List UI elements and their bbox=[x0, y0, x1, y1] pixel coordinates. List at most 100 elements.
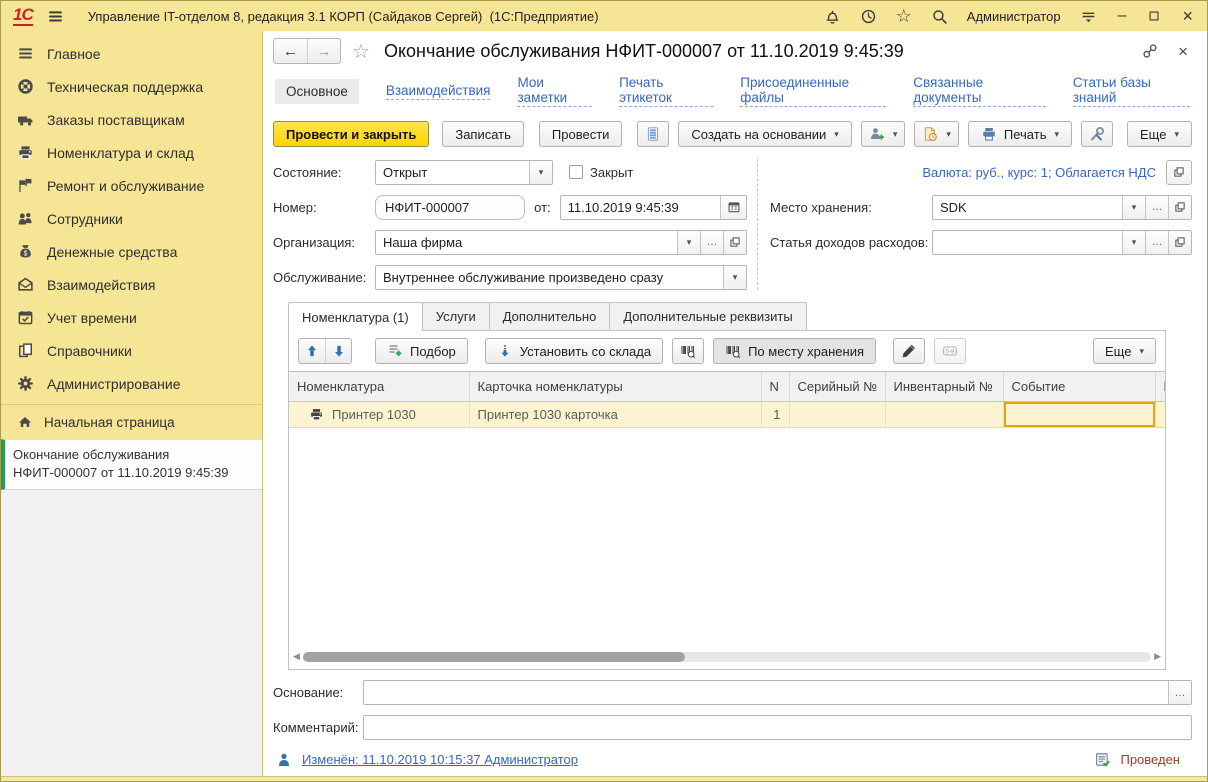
organization-field[interactable]: Наша фирма ▾ … bbox=[375, 230, 747, 255]
storage-choose-button[interactable]: … bbox=[1145, 196, 1168, 219]
grid-tab-services[interactable]: Услуги bbox=[422, 302, 490, 331]
sidebar-item-employees[interactable]: Сотрудники bbox=[1, 202, 262, 235]
move-row-down-button[interactable] bbox=[325, 339, 351, 363]
sidebar-item-nomenclature-warehouse[interactable]: Номенклатура и склад bbox=[1, 136, 262, 169]
sidebar-item-main[interactable]: Главное bbox=[1, 37, 262, 70]
comment-field[interactable] bbox=[363, 715, 1192, 740]
col-header-event[interactable]: Событие bbox=[1003, 372, 1155, 402]
col-header-inventory[interactable]: Инвентарный № bbox=[885, 372, 1003, 402]
document-register-button[interactable] bbox=[637, 121, 669, 147]
tab-my-notes[interactable]: Мои заметки bbox=[517, 75, 592, 107]
sidebar-item-repair-service[interactable]: Ремонт и обслуживание bbox=[1, 169, 262, 202]
minimize-button[interactable]: – bbox=[1116, 8, 1129, 24]
tab-interactions[interactable]: Взаимодействия bbox=[386, 83, 491, 100]
col-header-card[interactable]: Карточка номенклатуры bbox=[469, 372, 761, 402]
storage-field[interactable]: SDK ▾ … bbox=[932, 195, 1192, 220]
sidebar-item-tech-support[interactable]: Техническая поддержка bbox=[1, 70, 262, 103]
pick-button[interactable]: Подбор bbox=[375, 338, 468, 364]
stylus-scan-button[interactable] bbox=[893, 338, 925, 364]
grid-tab-additional[interactable]: Дополнительно bbox=[489, 302, 611, 331]
grid-tab-nomenclature[interactable]: Номенклатура (1) bbox=[288, 302, 423, 331]
storage-dropdown-button[interactable]: ▾ bbox=[1122, 196, 1145, 219]
col-header-n[interactable]: N bbox=[761, 372, 789, 402]
tab-knowledge-base[interactable]: Статьи базы знаний bbox=[1073, 75, 1190, 107]
cell-k[interactable] bbox=[1155, 402, 1165, 428]
current-user[interactable]: Администратор bbox=[967, 9, 1061, 24]
storage-open-button[interactable] bbox=[1168, 196, 1191, 219]
sidebar-item-administration[interactable]: Администрирование bbox=[1, 367, 262, 400]
digits-input-button[interactable] bbox=[934, 338, 966, 364]
sidebar-item-money[interactable]: Денежные средства bbox=[1, 235, 262, 268]
print-button[interactable]: Печать▾ bbox=[968, 121, 1072, 147]
scrollbar-track[interactable] bbox=[303, 652, 1151, 662]
tab-related-documents[interactable]: Связанные документы bbox=[913, 75, 1045, 107]
assign-person-button[interactable]: ▾ bbox=[861, 121, 906, 147]
cell-nomenclature[interactable]: Принтер 1030 bbox=[289, 402, 469, 428]
settings-tools-button[interactable] bbox=[1081, 121, 1113, 147]
service-field[interactable]: Внутреннее обслуживание произведено сраз… bbox=[375, 265, 747, 290]
cell-card[interactable]: Принтер 1030 карточка bbox=[469, 402, 761, 428]
cell-event-selected[interactable] bbox=[1003, 402, 1155, 428]
currency-link[interactable]: Валюта: руб., курс: 1; Облагается НДС bbox=[922, 165, 1156, 180]
open-document-tab[interactable]: Окончание обслуживания НФИТ-000007 от 11… bbox=[1, 439, 262, 490]
expense-open-button[interactable] bbox=[1168, 231, 1191, 254]
close-form-button[interactable]: × bbox=[1178, 43, 1188, 60]
scrollbar-thumb[interactable] bbox=[303, 652, 685, 662]
closed-checkbox[interactable] bbox=[569, 165, 583, 179]
create-based-on-button[interactable]: Создать на основании▾ bbox=[678, 121, 851, 147]
number-field[interactable]: НФИТ-000007 bbox=[375, 195, 525, 220]
basis-field[interactable]: … bbox=[363, 680, 1192, 705]
post-button[interactable]: Провести bbox=[539, 121, 623, 147]
maximize-button[interactable] bbox=[1147, 9, 1161, 23]
notifications-bell-icon[interactable] bbox=[824, 8, 841, 25]
state-select[interactable]: Открыт ▾ bbox=[375, 160, 553, 185]
sidebar-item-time-tracking[interactable]: Учет времени bbox=[1, 301, 262, 334]
sidebar-item-interactions[interactable]: Взаимодействия bbox=[1, 268, 262, 301]
cell-serial[interactable] bbox=[789, 402, 885, 428]
sidebar-item-supplier-orders[interactable]: Заказы поставщикам bbox=[1, 103, 262, 136]
scroll-right-arrow[interactable]: ▶ bbox=[1154, 652, 1161, 661]
organization-dropdown-button[interactable]: ▾ bbox=[677, 231, 700, 254]
expense-item-field[interactable]: ▾ … bbox=[932, 230, 1192, 255]
expense-choose-button[interactable]: … bbox=[1145, 231, 1168, 254]
back-button[interactable]: ← bbox=[274, 39, 307, 63]
scroll-left-arrow[interactable]: ◀ bbox=[293, 652, 300, 661]
barcode-scan-button[interactable] bbox=[672, 338, 704, 364]
favorites-star-icon[interactable]: ☆ bbox=[896, 7, 912, 25]
currency-open-button[interactable] bbox=[1166, 160, 1192, 185]
forward-button[interactable]: → bbox=[307, 39, 340, 63]
sidebar-item-catalogs[interactable]: Справочники bbox=[1, 334, 262, 367]
save-button[interactable]: Записать bbox=[442, 121, 524, 147]
tab-main[interactable]: Основное bbox=[275, 79, 359, 104]
date-field[interactable]: 11.10.2019 9:45:39 bbox=[560, 195, 747, 220]
expense-dropdown-button[interactable]: ▾ bbox=[1122, 231, 1145, 254]
basis-choose-button[interactable]: … bbox=[1168, 681, 1191, 704]
table-row[interactable]: Принтер 1030 Принтер 1030 карточка 1 bbox=[289, 402, 1165, 428]
favorite-star-icon[interactable]: ☆ bbox=[352, 39, 370, 64]
horizontal-scrollbar[interactable]: ◀ ▶ bbox=[293, 649, 1161, 664]
search-icon[interactable] bbox=[931, 8, 948, 25]
calendar-picker-button[interactable] bbox=[720, 196, 746, 219]
state-dropdown-button[interactable]: ▾ bbox=[529, 161, 552, 184]
organization-choose-button[interactable]: … bbox=[700, 231, 723, 254]
service-menu-icon[interactable] bbox=[1080, 8, 1097, 25]
get-link-icon[interactable] bbox=[1142, 43, 1158, 59]
col-header-serial[interactable]: Серийный № bbox=[789, 372, 885, 402]
grid-tab-additional-attrs[interactable]: Дополнительные реквизиты bbox=[609, 302, 806, 331]
close-window-button[interactable]: × bbox=[1180, 7, 1195, 25]
set-from-stock-button[interactable]: Установить со склада bbox=[485, 338, 663, 364]
reminder-button[interactable]: ▾ bbox=[914, 121, 959, 147]
closed-checkbox-label[interactable]: Закрыт bbox=[590, 165, 633, 180]
tab-attached-files[interactable]: Присоединенные файлы bbox=[740, 75, 886, 107]
post-and-close-button[interactable]: Провести и закрыть bbox=[273, 121, 429, 147]
modified-link[interactable]: Изменён: 11.10.2019 10:15:37 Администрат… bbox=[302, 752, 578, 767]
service-dropdown-button[interactable]: ▾ bbox=[723, 266, 746, 289]
tab-label-printing[interactable]: Печать этикеток bbox=[619, 75, 713, 107]
by-storage-toggle-button[interactable]: По месту хранения bbox=[713, 338, 876, 364]
col-header-nomenclature[interactable]: Номенклатура bbox=[289, 372, 469, 402]
move-row-up-button[interactable] bbox=[299, 339, 325, 363]
cell-inventory[interactable] bbox=[885, 402, 1003, 428]
cell-n[interactable]: 1 bbox=[761, 402, 789, 428]
main-menu-icon[interactable] bbox=[47, 8, 64, 25]
organization-open-button[interactable] bbox=[723, 231, 746, 254]
